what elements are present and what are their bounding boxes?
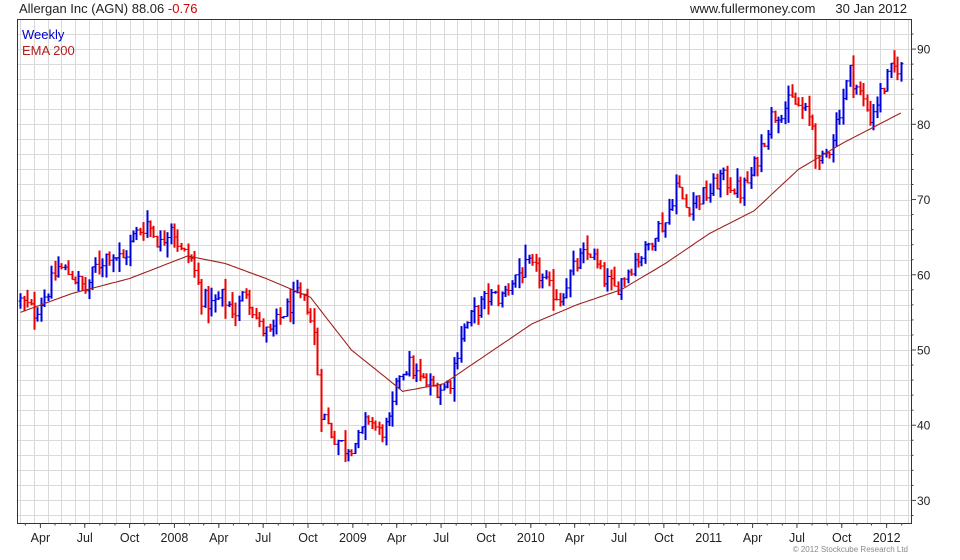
x-tick-label: Oct: [476, 531, 496, 545]
x-tick-label: Apr: [743, 531, 762, 545]
y-tick-label: 70: [917, 193, 931, 207]
x-tick-label: Apr: [209, 531, 228, 545]
y-tick-label: 50: [917, 343, 931, 357]
x-tick-label: Jul: [611, 531, 627, 545]
x-tick-label: Jul: [789, 531, 805, 545]
x-tick-label: Apr: [565, 531, 584, 545]
x-tick-label: Oct: [654, 531, 674, 545]
x-tick-label: Apr: [31, 531, 50, 545]
x-tick-label: Apr: [387, 531, 406, 545]
legend-weekly: Weekly: [22, 27, 65, 42]
y-tick-label: 80: [917, 118, 931, 132]
x-tick-label: Oct: [832, 531, 852, 545]
y-tick-label: 30: [917, 494, 931, 508]
x-tick-label: Jul: [255, 531, 271, 545]
x-tick-label: Oct: [120, 531, 140, 545]
x-tick-label: 2009: [339, 531, 367, 545]
x-tick-label: 2011: [695, 531, 722, 545]
y-tick-label: 40: [917, 419, 931, 433]
legend-ema: EMA 200: [22, 43, 75, 58]
y-tick-label: 90: [917, 43, 931, 57]
x-tick-label: Jul: [77, 531, 93, 545]
x-tick-label: Jul: [433, 531, 449, 545]
copyright-notice: © 2012 Stockcube Research Ltd: [792, 545, 908, 554]
x-tick-label: 2010: [517, 531, 545, 545]
y-tick-label: 60: [917, 268, 931, 282]
price-chart: 30 40 50 60 70 80 90 Apr Jul Oct 2008 Apr Jul Oct 2009…: [17, 19, 931, 545]
x-tick-label: 2012: [873, 531, 901, 545]
x-tick-label: Oct: [298, 531, 318, 545]
x-tick-label: 2008: [161, 531, 189, 545]
